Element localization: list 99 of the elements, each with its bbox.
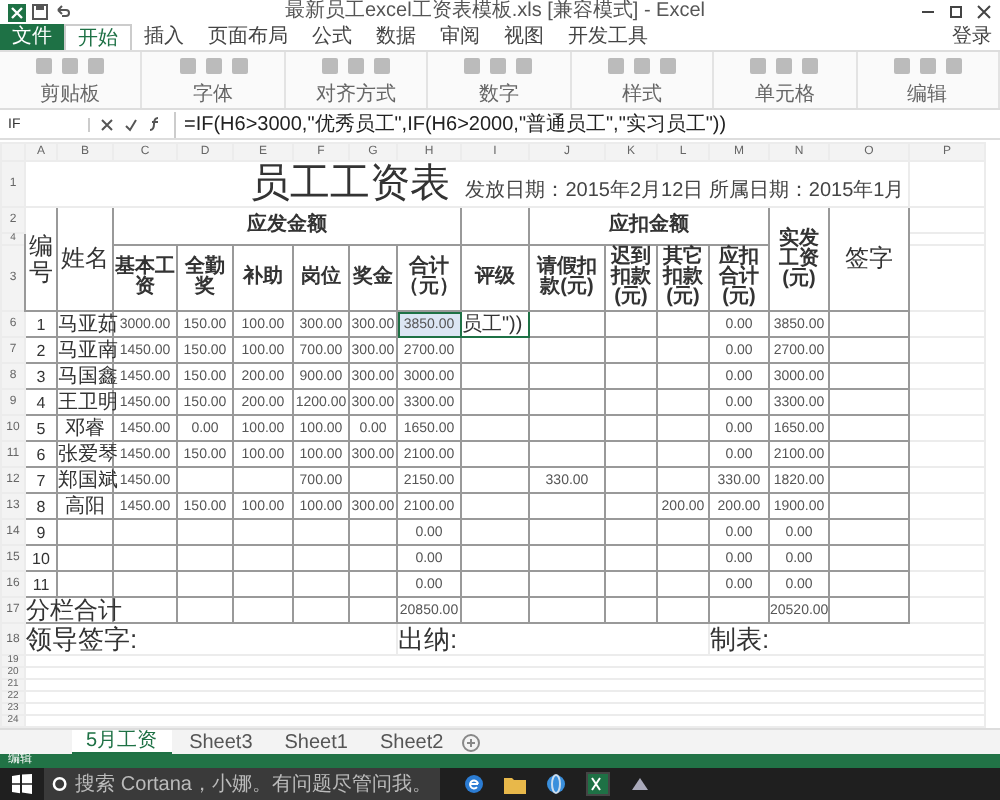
column-heading: 签字: [829, 207, 909, 311]
toolbar-button-icon[interactable]: [891, 56, 912, 76]
ribbon-tab[interactable]: 开发工具: [556, 24, 660, 50]
table-cell: 马亚南: [57, 337, 113, 363]
table-cell: 7: [25, 467, 57, 493]
toolbar-button-icon[interactable]: [229, 56, 250, 76]
group-label: 剪贴板: [40, 84, 101, 106]
column-heading: 补助: [233, 245, 293, 311]
toolbar-button-icon[interactable]: [203, 56, 224, 76]
formula-field[interactable]: =IF(H6>3000,"优秀员工",IF(H6>2000,"普通员工","实习员工")): [174, 111, 992, 137]
column-heading: 其它扣款(元): [657, 245, 709, 311]
spreadsheet-app-icon[interactable]: [586, 772, 610, 796]
toolbar-button-icon[interactable]: [320, 56, 341, 76]
group-label: 数字: [478, 84, 519, 106]
ribbon-tab[interactable]: 开始: [64, 24, 132, 50]
rating-cell[interactable]: 员工")): [461, 311, 529, 337]
column-heading: 奖金: [349, 245, 397, 311]
save-icon[interactable]: [32, 4, 48, 20]
ribbon-tab[interactable]: 视图: [492, 24, 556, 50]
windows-logo-icon[interactable]: [12, 774, 32, 794]
signature-label: 出纳:: [398, 624, 458, 654]
toolbar-button-icon[interactable]: [774, 56, 795, 76]
table-cell: 邓睿: [57, 415, 113, 441]
toolbar-button-icon[interactable]: [657, 56, 678, 76]
group-label: 单元格: [754, 84, 815, 106]
column-heading: 应扣金额: [529, 207, 769, 245]
sign-in-link[interactable]: 登录: [952, 24, 1000, 50]
column-heading: 全勤奖: [177, 245, 233, 311]
function-icon[interactable]: [148, 116, 164, 132]
browser-e-icon[interactable]: [464, 774, 484, 794]
toolbar-button-icon[interactable]: [514, 56, 535, 76]
ribbon-tab[interactable]: 数据: [364, 24, 428, 50]
column-heading: 基本工资: [113, 245, 177, 311]
table-cell: 5: [25, 415, 57, 441]
date-note: 发放日期：2015年2月12日 所属日期：2015年1月: [465, 180, 905, 202]
column-heading: 姓名: [57, 207, 113, 311]
column-heading: 评级: [461, 245, 529, 311]
toolbar-button-icon[interactable]: [488, 56, 509, 76]
table-cell: 4: [25, 389, 57, 415]
ribbon-tab[interactable]: 文件: [0, 24, 64, 50]
column-heading: 实发工资(元): [769, 207, 829, 311]
group-label: 编辑: [907, 84, 948, 106]
ribbon-tab[interactable]: 审阅: [428, 24, 492, 50]
toolbar-button-icon[interactable]: [34, 56, 55, 76]
sheet-title: 员工工资表: [249, 162, 450, 206]
table-cell: 3: [25, 363, 57, 389]
circle-icon: [52, 776, 68, 792]
table-cell: 6: [25, 441, 57, 467]
table-cell: 11: [25, 571, 57, 597]
toolbar-button-icon[interactable]: [462, 56, 483, 76]
table-cell: 高阳: [57, 493, 113, 519]
toolbar-button-icon[interactable]: [346, 56, 367, 76]
toolbar-button-icon[interactable]: [177, 56, 198, 76]
check-icon[interactable]: [124, 117, 138, 131]
close-icon[interactable]: [976, 4, 992, 20]
sheet-tab[interactable]: Sheet3: [175, 731, 267, 753]
table-cell: 9: [25, 519, 57, 545]
cancel-icon[interactable]: [100, 117, 114, 131]
signature-label: 领导签字:: [26, 624, 138, 654]
column-heading: 应发金额: [113, 207, 461, 245]
ribbon-tab[interactable]: 页面布局: [196, 24, 300, 50]
toolbar-button-icon[interactable]: [605, 56, 626, 76]
table-cell: 郑国斌: [57, 467, 113, 493]
table-cell: 王卫明: [57, 389, 113, 415]
toolbar-button-icon[interactable]: [800, 56, 821, 76]
add-sheet-icon[interactable]: [461, 733, 480, 751]
toolbar-button-icon[interactable]: [372, 56, 393, 76]
table-cell: 8: [25, 493, 57, 519]
toolbar-button-icon[interactable]: [748, 56, 769, 76]
ribbon-tab[interactable]: 公式: [300, 24, 364, 50]
signature-label: 制表:: [710, 624, 770, 654]
table-cell: 马亚茹: [57, 311, 113, 337]
table-cell: 1: [25, 311, 57, 337]
toolbar-button-icon[interactable]: [943, 56, 964, 76]
column-heading: 迟到扣款(元): [605, 245, 657, 311]
globe-icon[interactable]: [546, 774, 566, 794]
table-cell: 10: [25, 545, 57, 571]
toolbar-button-icon[interactable]: [86, 56, 107, 76]
search-field[interactable]: 搜索 Cortana，小娜。有问题尽管问我。: [44, 768, 440, 800]
sheet-tab[interactable]: Sheet2: [365, 731, 458, 753]
column-heading: 应扣合计(元): [709, 245, 769, 311]
toolbar-button-icon[interactable]: [917, 56, 938, 76]
toolbar-button-icon[interactable]: [60, 56, 81, 76]
group-label: 对齐方式: [316, 84, 397, 106]
toolbar-button-icon[interactable]: [631, 56, 652, 76]
column-heading: 请假扣款(元): [529, 245, 605, 311]
sheet-tab[interactable]: Sheet1: [270, 731, 362, 753]
group-label: 字体: [193, 84, 234, 106]
undo-icon[interactable]: [54, 4, 70, 20]
maximize-icon[interactable]: [948, 4, 964, 20]
sheet-tab[interactable]: 5月工资: [72, 729, 172, 755]
ribbon-tab[interactable]: 插入: [132, 24, 196, 50]
column-heading: 岗位: [293, 245, 349, 311]
table-cell: 马国鑫: [57, 363, 113, 389]
total-label: 分栏合计: [26, 596, 122, 624]
table-cell: 张爱琴: [57, 441, 113, 467]
group-label: 样式: [621, 84, 662, 106]
folder-icon[interactable]: [504, 774, 526, 794]
table-cell: 2: [25, 337, 57, 363]
